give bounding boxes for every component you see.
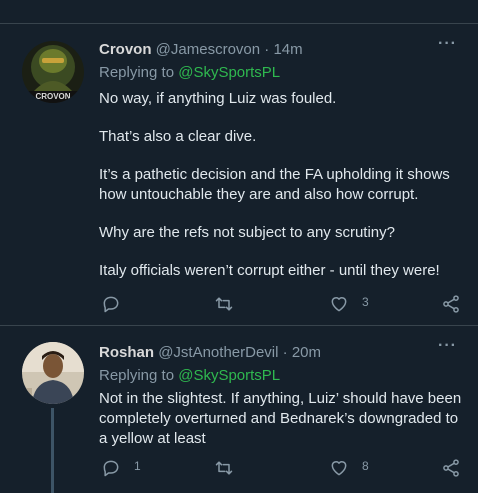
reply-icon [103,296,119,313]
like-count: 3 [362,295,369,309]
avatar-image [22,342,84,404]
replying-to-label: Replying to [99,367,179,384]
tweet-paragraph: Not in the slightest. If anything, Luiz’… [99,390,462,447]
thread-line [51,408,54,493]
replying-to-label: Replying to [99,64,179,81]
separator-dot: · [264,41,270,58]
retweet-button[interactable] [214,294,234,314]
more-icon[interactable]: ··· [438,338,458,355]
reply-button[interactable] [101,294,121,314]
like-button[interactable]: 3 [329,294,369,314]
share-button[interactable] [441,458,461,478]
action-bar: 1 8 [99,458,478,478]
tweet-paragraph: Italy officials weren’t corrupt either -… [99,262,440,279]
tweet-text: Not in the slightest. If anything, Luiz’… [99,389,469,449]
svg-text:CROVON: CROVON [35,92,70,101]
tweet-text: No way, if anything Luiz was fouled. Tha… [99,89,469,281]
mention-link[interactable]: @SkySportsPL [178,64,280,81]
author-name[interactable]: Roshan [99,344,154,361]
avatar[interactable] [22,342,84,404]
author-name[interactable]: Crovon [99,41,152,58]
tweet-paragraph: No way, if anything Luiz was fouled. [99,90,337,107]
separator-dot: · [282,344,288,361]
like-icon [331,461,347,476]
retweet-button[interactable] [214,458,234,478]
author-handle[interactable]: @Jamescrovon [156,41,260,58]
share-icon [443,459,459,477]
author-handle[interactable]: @JstAnotherDevil [158,344,278,361]
reply-icon [103,460,119,477]
reply-count: 1 [134,459,141,473]
replying-to: Replying to @SkySportsPL [99,367,280,385]
timestamp[interactable]: 14m [273,41,302,58]
tweet-header: Roshan @JstAnotherDevil · 20m [99,344,438,362]
avatar-image: CROVON [22,41,84,103]
action-bar: 3 [99,294,478,314]
share-button[interactable] [441,294,461,314]
tweet[interactable]: CROVON Crovon @Jamescrovon · 14m ··· Rep… [0,25,478,326]
like-count: 8 [362,459,369,473]
more-icon[interactable]: ··· [438,36,458,53]
share-icon [443,295,459,313]
top-strip [0,0,478,24]
avatar[interactable]: CROVON [22,41,84,103]
tweet-paragraph: It’s a pathetic decision and the FA upho… [99,166,450,203]
tweet-header: Crovon @Jamescrovon · 14m [99,41,438,59]
timestamp[interactable]: 20m [292,344,321,361]
tweet-paragraph: That’s also a clear dive. [99,128,257,145]
retweet-icon [215,461,233,475]
tweet-paragraph: Why are the refs not subject to any scru… [99,224,395,241]
like-icon [331,297,347,312]
replying-to: Replying to @SkySportsPL [99,64,280,82]
reply-button[interactable]: 1 [101,458,141,478]
tweet[interactable]: Roshan @JstAnotherDevil · 20m ··· Replyi… [0,327,478,493]
retweet-icon [215,297,233,311]
mention-link[interactable]: @SkySportsPL [178,367,280,384]
like-button[interactable]: 8 [329,458,369,478]
